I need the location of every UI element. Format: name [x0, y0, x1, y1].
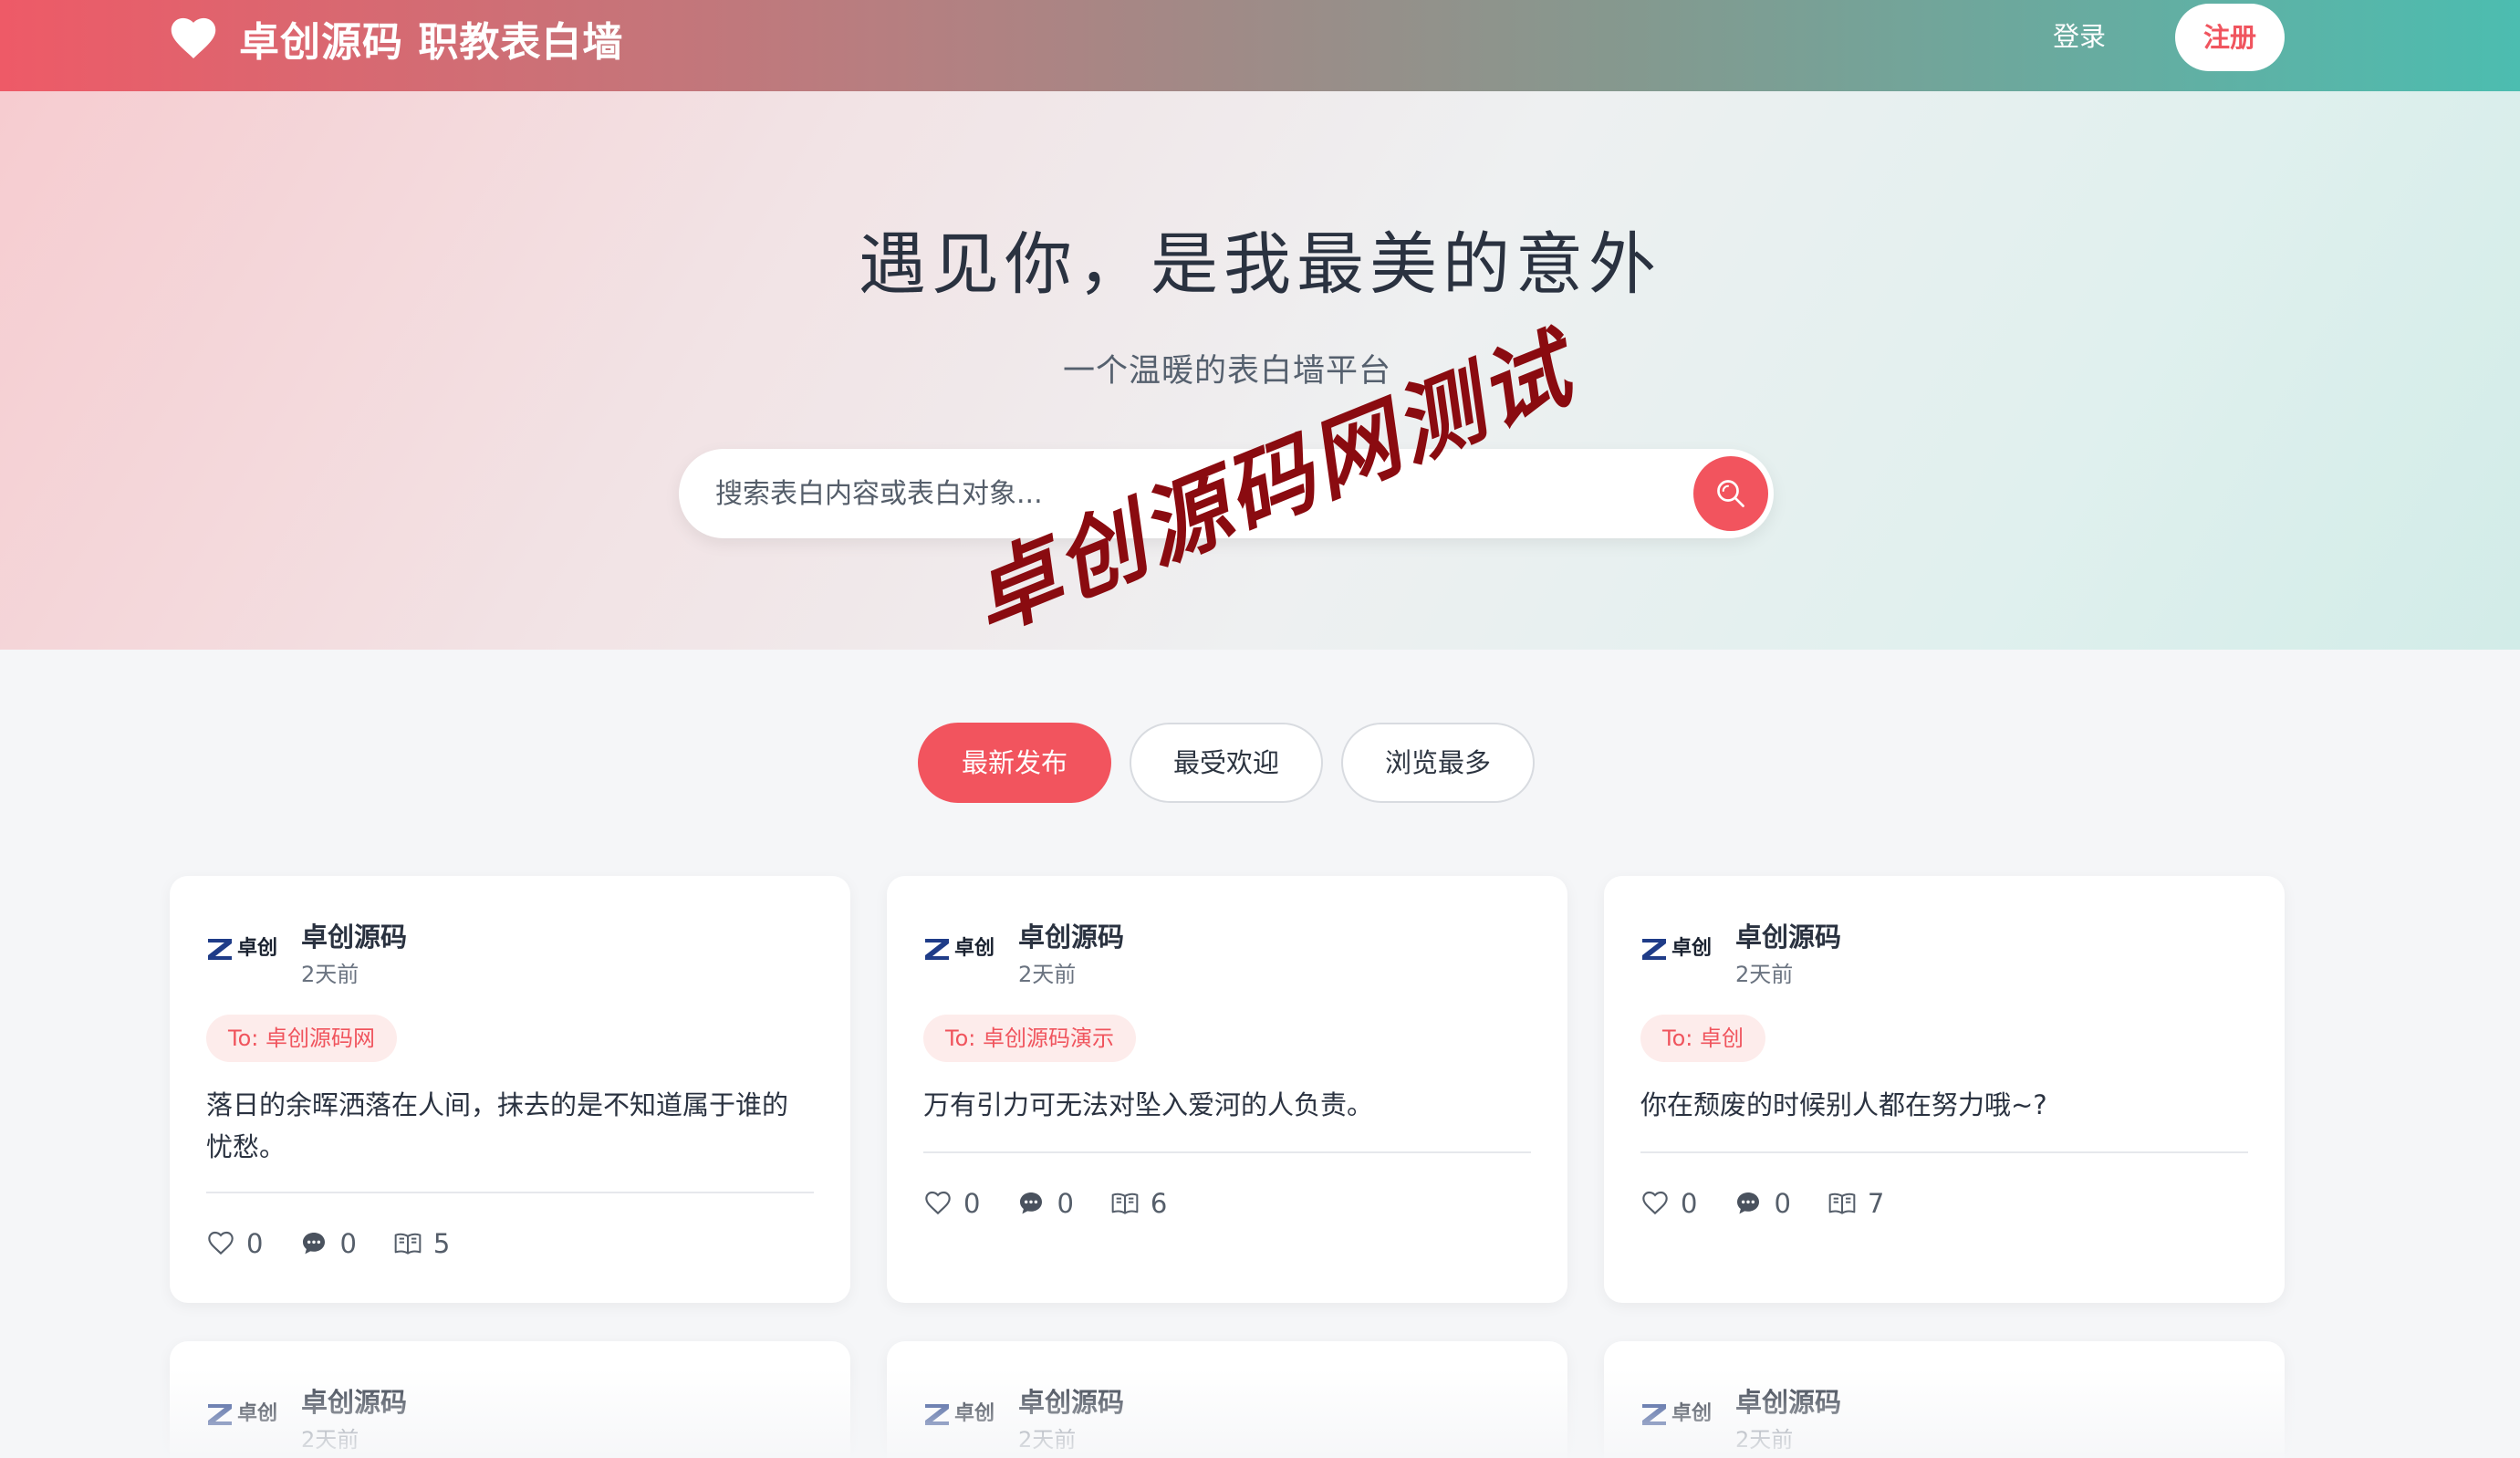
like-count: 0 — [1681, 1188, 1698, 1219]
hero-subtitle: 一个温暖的表白墙平台 — [1062, 353, 1391, 390]
post-stats: 0 0 5 — [206, 1228, 486, 1259]
like-button[interactable]: 0 — [206, 1228, 263, 1259]
avatar-text: 卓创 — [237, 937, 278, 960]
search-icon — [1717, 480, 1744, 507]
comment-icon — [1020, 1192, 1043, 1214]
post-content: 你在颓废的时候别人都在努力哦~? — [1640, 1089, 2047, 1120]
comment-count: 0 — [1057, 1188, 1074, 1219]
post-card[interactable]: 卓创 卓创源码 2天前 — [887, 1341, 1567, 1458]
comment-button[interactable]: 0 — [1734, 1188, 1791, 1219]
avatar: 卓创 — [923, 1398, 996, 1431]
post-time: 2天前 — [301, 1427, 359, 1453]
comment-icon — [1737, 1192, 1760, 1214]
post-time: 2天前 — [1735, 1427, 1794, 1453]
author-name: 卓创源码 — [1018, 1387, 1125, 1418]
view-count: 7 — [1867, 1188, 1885, 1219]
divider — [1640, 1151, 2248, 1153]
divider — [206, 1192, 814, 1193]
avatar: 卓创 — [1640, 932, 1713, 965]
view-count: 5 — [432, 1228, 451, 1259]
post-content: 落日的余晖洒落在人间，抹去的是不知道属于谁的忧愁。 — [206, 1089, 789, 1162]
comment-button[interactable]: 0 — [1016, 1188, 1074, 1219]
avatar: 卓创 — [923, 932, 996, 965]
view-stat: 5 — [393, 1228, 450, 1259]
avatar-text: 卓创 — [237, 1402, 278, 1425]
heart-outline-icon — [208, 1231, 234, 1255]
post-time: 2天前 — [1018, 962, 1077, 987]
heart-icon — [171, 17, 216, 58]
hero-section: 遇见你，是我最美的意外 一个温暖的表白墙平台 — [0, 91, 2520, 650]
divider — [923, 1151, 1531, 1153]
like-button[interactable]: 0 — [1640, 1188, 1697, 1219]
view-count: 6 — [1150, 1188, 1168, 1219]
avatar-text: 卓创 — [954, 937, 995, 960]
z-logo-icon — [208, 939, 232, 960]
like-count: 0 — [246, 1228, 264, 1259]
heart-outline-icon — [925, 1191, 951, 1215]
search-bar — [679, 449, 1774, 538]
comment-count: 0 — [339, 1228, 357, 1259]
comment-icon — [303, 1233, 326, 1255]
author-name: 卓创源码 — [1735, 1387, 1842, 1418]
avatar-text: 卓创 — [1671, 1402, 1713, 1425]
avatar-text: 卓创 — [954, 1402, 995, 1425]
search-input[interactable] — [715, 466, 1628, 521]
z-logo-icon — [1642, 1404, 1666, 1425]
avatar: 卓创 — [206, 1398, 279, 1431]
tab-latest[interactable]: 最新发布 — [918, 723, 1111, 803]
like-count: 0 — [963, 1188, 981, 1219]
tab-most-viewed[interactable]: 浏览最多 — [1341, 723, 1535, 803]
post-time: 2天前 — [1018, 1427, 1077, 1453]
post-time: 2天前 — [1735, 962, 1794, 987]
post-card[interactable]: 卓创 卓创源码 2天前 — [1604, 1341, 2285, 1458]
book-open-icon — [394, 1233, 422, 1255]
book-open-icon — [1111, 1192, 1139, 1214]
comment-count: 0 — [1774, 1188, 1791, 1219]
post-stats: 0 0 7 — [1640, 1188, 1921, 1219]
post-content: 万有引力可无法对坠入爱河的人负责。 — [923, 1089, 1374, 1120]
post-stats: 0 0 6 — [923, 1188, 1203, 1219]
post-card[interactable]: 卓创 卓创源码 2天前 To: 卓创源码网 落日的余晖洒落在人间，抹去的是不知道… — [170, 876, 850, 1303]
z-logo-icon — [1642, 939, 1666, 960]
view-stat: 7 — [1828, 1188, 1884, 1219]
hero-title: 遇见你，是我最美的意外 — [859, 225, 1661, 304]
avatar: 卓创 — [206, 932, 279, 965]
heart-outline-icon — [1642, 1191, 1668, 1215]
post-time: 2天前 — [301, 962, 359, 987]
post-card[interactable]: 卓创 卓创源码 2天前 To: 卓创源码演示 万有引力可无法对坠入爱河的人负责。… — [887, 876, 1567, 1303]
avatar-text: 卓创 — [1671, 937, 1713, 960]
z-logo-icon — [925, 939, 949, 960]
comment-button[interactable]: 0 — [299, 1228, 357, 1259]
sort-tabs: 最新发布 最受欢迎 浏览最多 — [918, 723, 1535, 803]
tab-popular[interactable]: 最受欢迎 — [1130, 723, 1323, 803]
like-button[interactable]: 0 — [923, 1188, 980, 1219]
top-navbar: 卓创源码 职教表白墙 登录 注册 — [0, 0, 2520, 91]
view-stat: 6 — [1110, 1188, 1167, 1219]
recipient-tag: To: 卓创源码网 — [206, 1015, 397, 1062]
post-card[interactable]: 卓创 卓创源码 2天前 To: 卓创 你在颓废的时候别人都在努力哦~? 0 0 … — [1604, 876, 2285, 1303]
search-button[interactable] — [1693, 456, 1768, 531]
book-open-icon — [1828, 1192, 1856, 1214]
author-name: 卓创源码 — [301, 922, 408, 953]
z-logo-icon — [208, 1404, 232, 1425]
register-button[interactable]: 注册 — [2175, 4, 2285, 71]
recipient-tag: To: 卓创 — [1640, 1015, 1765, 1062]
z-logo-icon — [925, 1404, 949, 1425]
recipient-tag: To: 卓创源码演示 — [923, 1015, 1136, 1062]
login-link[interactable]: 登录 — [2053, 18, 2106, 55]
author-name: 卓创源码 — [301, 1387, 408, 1418]
brand-title: 卓创源码 职教表白墙 — [239, 19, 624, 66]
brand-logo[interactable]: 卓创源码 职教表白墙 — [170, 11, 623, 66]
author-name: 卓创源码 — [1735, 922, 1842, 953]
avatar: 卓创 — [1640, 1398, 1713, 1431]
post-card[interactable]: 卓创 卓创源码 2天前 — [170, 1341, 850, 1458]
author-name: 卓创源码 — [1018, 922, 1125, 953]
